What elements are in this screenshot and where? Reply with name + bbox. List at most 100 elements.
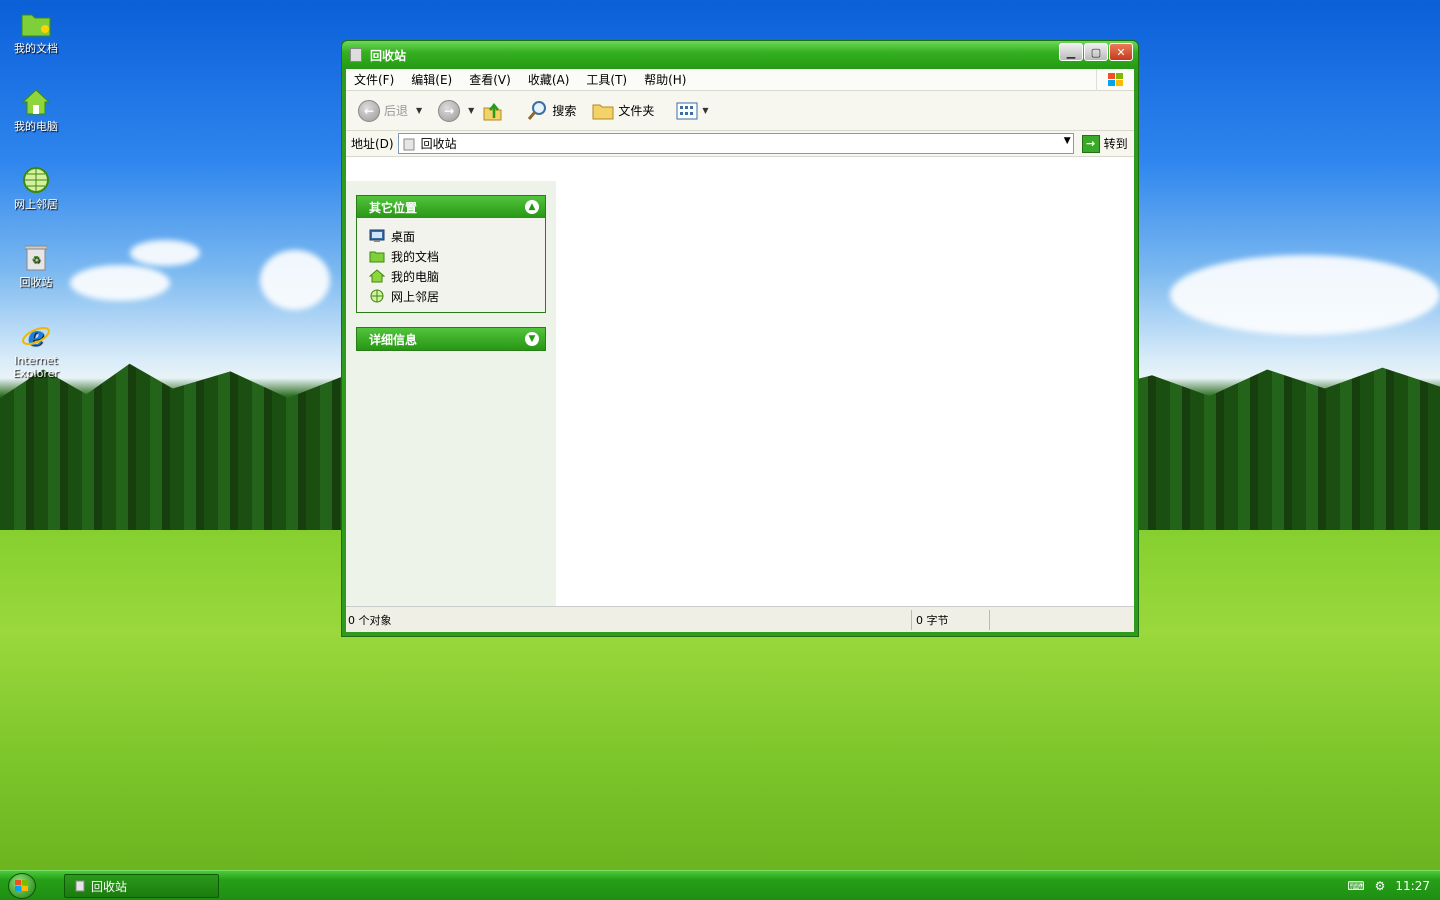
views-dropdown-icon: ▼ (702, 106, 709, 115)
back-button[interactable]: ← 后退 (354, 98, 412, 124)
chevron-down-icon: ▼ (525, 332, 539, 346)
place-link-label: 我的文档 (391, 249, 440, 264)
cloud (130, 240, 200, 266)
other-places-panel: 其它位置 ▲ 桌面 我的文档 我的电脑 网上邻居 (356, 195, 546, 313)
address-input[interactable]: 回收站 ▼ (397, 133, 1074, 154)
details-title: 详细信息 (369, 332, 418, 347)
globe-icon (370, 289, 384, 303)
minimize-button[interactable]: ▁ (1059, 43, 1083, 61)
place-link-my-computer[interactable]: 我的电脑 (369, 266, 545, 286)
forward-arrow-icon: → (438, 99, 461, 122)
chevron-up-icon: ▲ (525, 200, 539, 214)
title-bar[interactable]: 回收站 ▁ ▢ ✕ (342, 41, 1138, 69)
recycle-bin-icon (403, 138, 415, 150)
windows-logo-icon (1096, 69, 1134, 91)
close-button[interactable]: ✕ (1109, 43, 1133, 61)
desktop-icon-network[interactable]: 网上邻居 (4, 164, 68, 211)
desktop-icon-my-computer[interactable]: 我的电脑 (4, 86, 68, 133)
address-bar: 地址(D) 回收站 ▼ → 转到 (346, 131, 1134, 157)
other-places-header[interactable]: 其它位置 ▲ (357, 196, 545, 218)
menu-file[interactable]: 文件(F) (354, 71, 394, 88)
back-dropdown-icon[interactable]: ▼ (416, 106, 422, 115)
folders-label: 文件夹 (618, 104, 655, 118)
taskbar-item-recycle-bin[interactable]: 回收站 (64, 874, 219, 898)
back-label: 后退 (384, 104, 409, 118)
desktop-icon-recycle-bin[interactable]: ♻ 回收站 (4, 242, 68, 289)
desktop-icon-my-documents[interactable]: 我的文档 (4, 8, 68, 55)
forward-button[interactable]: → (434, 98, 464, 124)
cloud (70, 265, 170, 301)
window-title: 回收站 (370, 48, 407, 63)
place-link-label: 桌面 (391, 229, 416, 244)
views-icon (676, 102, 698, 119)
go-label: 转到 (1103, 137, 1128, 151)
desktop-icon (369, 229, 385, 242)
recycle-bin-window: 回收站 ▁ ▢ ✕ 文件(F) 编辑(E) 查看(V) 收藏(A) 工具(T) … (341, 40, 1139, 637)
menu-view[interactable]: 查看(V) (469, 71, 511, 88)
taskbar-item-label: 回收站 (91, 879, 128, 894)
back-arrow-icon: ← (358, 99, 380, 122)
file-list-area[interactable] (556, 181, 1134, 606)
desktop-icon-internet-explorer[interactable]: e Internet Explorer (4, 320, 68, 380)
address-label: 地址(D) (351, 137, 394, 151)
address-value: 回收站 (420, 137, 457, 151)
toolbar: ← 后退 ▼ → ▼ 搜索 文件夹 ▼ (346, 91, 1134, 131)
keyboard-icon[interactable]: ⌨ (1347, 879, 1364, 893)
folder-up-icon (483, 102, 502, 120)
place-link-desktop[interactable]: 桌面 (369, 226, 545, 246)
status-object-count: 0 个对象 (346, 609, 912, 630)
details-header[interactable]: 详细信息 ▼ (357, 328, 545, 350)
recycle-bin-icon (75, 880, 85, 892)
window-body: 文件(F) 编辑(E) 查看(V) 收藏(A) 工具(T) 帮助(H) ← 后退… (346, 69, 1134, 632)
content-area: 其它位置 ▲ 桌面 我的文档 我的电脑 网上邻居 详细信息 ▼ (346, 181, 1134, 606)
desktop-icon-label: Internet Explorer (13, 354, 59, 380)
forward-dropdown-icon[interactable]: ▼ (468, 106, 474, 115)
menu-tools[interactable]: 工具(T) (586, 71, 627, 88)
folder-icon (20, 8, 52, 40)
views-button[interactable]: ▼ (672, 100, 712, 122)
address-dropdown-icon[interactable]: ▼ (1064, 136, 1071, 146)
folder-icon (369, 251, 385, 263)
svg-text:e: e (28, 322, 45, 351)
task-pane: 其它位置 ▲ 桌面 我的文档 我的电脑 网上邻居 详细信息 ▼ (346, 181, 556, 606)
desktop-icon-label: 网上邻居 (14, 198, 58, 211)
close-icon: ✕ (1116, 45, 1126, 59)
network-icon[interactable]: ⚙ (1375, 879, 1386, 893)
home-icon (20, 86, 52, 118)
up-button[interactable] (478, 98, 508, 124)
system-tray: ⌨ ⚙ 11:27 (1347, 871, 1440, 900)
menu-favorites[interactable]: 收藏(A) (528, 71, 570, 88)
folders-button[interactable]: 文件夹 (588, 99, 658, 123)
taskbar: 回收站 ⌨ ⚙ 11:27 (0, 870, 1440, 900)
clock[interactable]: 11:27 (1395, 879, 1430, 893)
place-link-my-documents[interactable]: 我的文档 (369, 246, 545, 266)
desktop-icon-label: 回收站 (19, 276, 53, 289)
search-button[interactable]: 搜索 (522, 98, 580, 124)
menu-edit[interactable]: 编辑(E) (411, 71, 452, 88)
go-button[interactable]: → 转到 (1081, 134, 1128, 153)
recycle-bin-icon: ♻ (20, 242, 52, 274)
status-bar: 0 个对象 0 字节 (346, 606, 1134, 632)
windows-logo-icon (15, 880, 28, 891)
place-link-label: 我的电脑 (391, 269, 440, 284)
cloud (1170, 255, 1440, 335)
maximize-button[interactable]: ▢ (1084, 43, 1108, 61)
menu-bar: 文件(F) 编辑(E) 查看(V) 收藏(A) 工具(T) 帮助(H) (346, 69, 1134, 91)
ie-icon: e (20, 320, 52, 352)
svg-text:♻: ♻ (32, 255, 41, 266)
search-label: 搜索 (552, 104, 577, 118)
details-panel: 详细信息 ▼ (356, 327, 546, 351)
place-link-network[interactable]: 网上邻居 (369, 286, 545, 306)
start-button[interactable] (8, 873, 36, 899)
go-arrow-icon: → (1081, 134, 1100, 153)
place-link-label: 网上邻居 (391, 289, 440, 304)
folder-icon (592, 104, 614, 119)
menu-help[interactable]: 帮助(H) (644, 71, 686, 88)
recycle-bin-icon (350, 48, 362, 62)
minimize-icon: ▁ (1066, 45, 1076, 59)
search-icon (528, 100, 547, 120)
globe-icon (20, 164, 52, 196)
maximize-icon: ▢ (1090, 45, 1102, 59)
status-size: 0 字节 (912, 609, 990, 630)
cloud (260, 250, 330, 310)
